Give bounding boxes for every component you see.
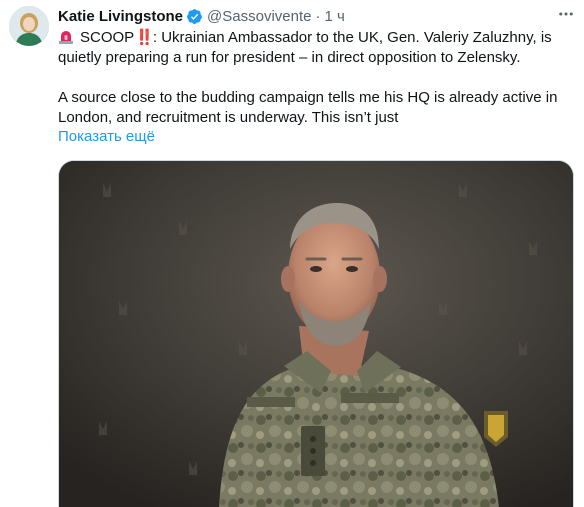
- avatar-image-icon: [9, 6, 49, 46]
- double-exclamation-icon: ‼️: [135, 29, 154, 46]
- tweet-paragraph-1: SCOOP‼️: Ukrainian Ambassador to the UK,…: [58, 28, 578, 68]
- verified-badge-icon: [186, 8, 203, 25]
- more-options-icon[interactable]: [556, 4, 576, 24]
- tweet: Katie Livingstone @Sassovivente · 1 ч SC…: [0, 0, 584, 507]
- show-more-link[interactable]: Показать ещё: [58, 128, 155, 145]
- tweet-photo[interactable]: [58, 160, 574, 507]
- tweet-paragraph-2: A source close to the budding campaign t…: [58, 89, 558, 126]
- author-handle[interactable]: @Sassovivente: [207, 8, 311, 25]
- tweet-header: Katie Livingstone @Sassovivente · 1 ч: [58, 6, 345, 26]
- author-name[interactable]: Katie Livingstone: [58, 8, 183, 25]
- siren-icon: [58, 28, 74, 44]
- timestamp[interactable]: 1 ч: [324, 8, 344, 25]
- separator-dot: ·: [315, 7, 321, 25]
- avatar[interactable]: [9, 6, 49, 46]
- scoop-label: SCOOP: [80, 29, 135, 46]
- photo-image: [59, 161, 573, 507]
- tweet-text: SCOOP‼️: Ukrainian Ambassador to the UK,…: [58, 28, 578, 128]
